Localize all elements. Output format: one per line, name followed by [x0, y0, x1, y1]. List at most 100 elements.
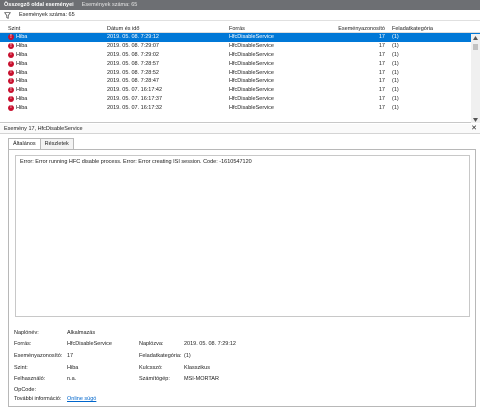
row-event-id: 17 — [378, 95, 385, 102]
event-detail-title: Esemény 17, HfcDisableService — [4, 125, 83, 132]
row-date: 2019. 05. 08. 7:28:47 — [107, 78, 159, 85]
level-value: Hiba — [67, 365, 79, 371]
table-scrollbar[interactable] — [471, 34, 480, 123]
row-level-text: Hiba — [16, 60, 28, 67]
row-level-text: Hiba — [16, 104, 28, 111]
general-tab-panel: Error: Error running HFC disable process… — [8, 149, 476, 407]
col-source[interactable]: Forrás — [229, 26, 335, 32]
filter-label: Események száma: 65 — [19, 12, 75, 18]
row-source: HfcDisableService — [229, 95, 274, 102]
table-row[interactable]: ! Hiba 2019. 05. 08. 7:28:57 HfcDisableServ… — [0, 59, 480, 68]
computer-value: MSI-MORTAR — [184, 376, 219, 382]
row-level: ! Hiba — [0, 104, 107, 111]
row-task: (1) — [392, 104, 399, 111]
row-task: (1) — [392, 60, 399, 67]
event-detail-header: Esemény 17, HfcDisableService ✕ — [0, 124, 480, 134]
close-icon[interactable]: ✕ — [471, 124, 477, 132]
log-name-label: Naplónév: — [14, 330, 39, 336]
summary-titlebar: Összegző oldal eseményei Események száma… — [0, 0, 480, 10]
keywords-value: Klasszikus — [184, 365, 210, 371]
event-id-value: 17 — [67, 353, 74, 359]
row-source: HfcDisableService — [229, 69, 274, 76]
user-label: Felhasználó: — [14, 376, 46, 382]
row-source: HfcDisableService — [229, 43, 274, 50]
row-level: ! Hiba — [0, 69, 107, 76]
row-event-id: 17 — [378, 51, 385, 58]
error-icon: ! — [8, 95, 14, 102]
error-icon: ! — [8, 43, 14, 50]
row-level: ! Hiba — [0, 60, 107, 67]
events-table: Szint Dátum és idő Forrás Eseményazonosí… — [0, 21, 480, 123]
scroll-down-arrow-icon[interactable] — [471, 116, 480, 123]
row-date: 2019. 05. 08. 7:29:02 — [107, 51, 159, 58]
scroll-up-arrow-icon[interactable] — [471, 34, 480, 41]
table-row[interactable]: ! Hiba 2019. 05. 08. 7:28:52 HfcDisableServ… — [0, 68, 480, 77]
row-event-id: 17 — [378, 43, 385, 50]
col-date[interactable]: Dátum és idő — [107, 26, 229, 32]
row-task: (1) — [392, 87, 399, 94]
filter-bar: Események száma: 65 — [0, 10, 480, 21]
row-task: (1) — [392, 78, 399, 85]
row-level: ! Hiba — [0, 87, 107, 94]
row-level-text: Hiba — [16, 69, 28, 76]
row-date: 2019. 05. 08. 7:28:52 — [107, 69, 159, 76]
log-name-value: Alkalmazás — [67, 330, 96, 336]
error-icon: ! — [8, 69, 14, 76]
table-row[interactable]: ! Hiba 2019. 05. 08. 7:28:47 HfcDisableServ… — [0, 77, 480, 86]
row-level: ! Hiba — [0, 43, 107, 50]
table-row[interactable]: ! Hiba 2019. 05. 08. 7:29:07 HfcDisableServ… — [0, 42, 480, 51]
logged-label: Naplózva: — [139, 341, 164, 347]
scroll-thumb[interactable] — [473, 44, 478, 50]
row-date: 2019. 05. 07. 16:17:42 — [107, 87, 163, 94]
row-task: (1) — [392, 34, 399, 41]
row-event-id: 17 — [378, 34, 385, 41]
row-event-id: 17 — [378, 69, 385, 76]
error-icon: ! — [8, 34, 14, 41]
col-level[interactable]: Szint — [0, 26, 107, 32]
event-id-label: Eseményazonosító: — [14, 353, 63, 359]
row-date: 2019. 05. 08. 7:29:12 — [107, 34, 159, 41]
row-event-id: 17 — [378, 78, 385, 85]
row-level: ! Hiba — [0, 51, 107, 58]
table-row[interactable]: ! Hiba 2019. 05. 08. 7:29:12 HfcDisableServ… — [0, 33, 480, 42]
keywords-label: Kulcsszó: — [139, 365, 163, 371]
funnel-icon[interactable] — [4, 11, 11, 19]
row-event-id: 17 — [378, 87, 385, 94]
row-level-text: Hiba — [16, 34, 28, 41]
table-row[interactable]: ! Hiba 2019. 05. 07. 16:17:37 HfcDisableSer… — [0, 95, 480, 104]
col-event-id[interactable]: Eseményazonosító — [335, 26, 388, 32]
col-task[interactable]: Feladatkategória — [388, 26, 468, 32]
opcode-label: OpCode: — [14, 387, 37, 393]
online-help-link[interactable]: Online súgó — [67, 396, 96, 402]
tab-details[interactable]: Részletek — [39, 138, 74, 149]
row-level-text: Hiba — [16, 43, 28, 50]
row-task: (1) — [392, 43, 399, 50]
task-value: (1) — [184, 353, 191, 359]
row-date: 2019. 05. 07. 16:17:32 — [107, 104, 163, 111]
row-date: 2019. 05. 08. 7:29:07 — [107, 43, 159, 50]
source-label: Forrás: — [14, 341, 32, 347]
error-icon: ! — [8, 87, 14, 94]
row-source: HfcDisableService — [229, 60, 274, 67]
row-level-text: Hiba — [16, 95, 28, 102]
row-date: 2019. 05. 07. 16:17:37 — [107, 95, 163, 102]
row-level: ! Hiba — [0, 34, 107, 41]
table-row[interactable]: ! Hiba 2019. 05. 08. 7:29:02 HfcDisableServ… — [0, 51, 480, 60]
level-label: Szint: — [14, 365, 28, 371]
row-source: HfcDisableService — [229, 51, 274, 58]
row-source: HfcDisableService — [229, 34, 274, 41]
table-header: Szint Dátum és idő Forrás Eseményazonosí… — [0, 21, 480, 33]
row-task: (1) — [392, 95, 399, 102]
row-task: (1) — [392, 51, 399, 58]
table-row[interactable]: ! Hiba 2019. 05. 07. 16:17:32 HfcDisableSer… — [0, 103, 480, 112]
summary-title: Összegző oldal eseményei — [4, 2, 74, 8]
row-level-text: Hiba — [16, 51, 28, 58]
row-source: HfcDisableService — [229, 104, 274, 111]
row-task: (1) — [392, 69, 399, 76]
table-row[interactable]: ! Hiba 2019. 05. 07. 16:17:42 HfcDisableSer… — [0, 86, 480, 95]
row-level-text: Hiba — [16, 78, 28, 85]
row-level-text: Hiba — [16, 87, 28, 94]
row-source: HfcDisableService — [229, 87, 274, 94]
user-value: n.a. — [67, 376, 77, 382]
event-message[interactable]: Error: Error running HFC disable process… — [15, 155, 470, 317]
